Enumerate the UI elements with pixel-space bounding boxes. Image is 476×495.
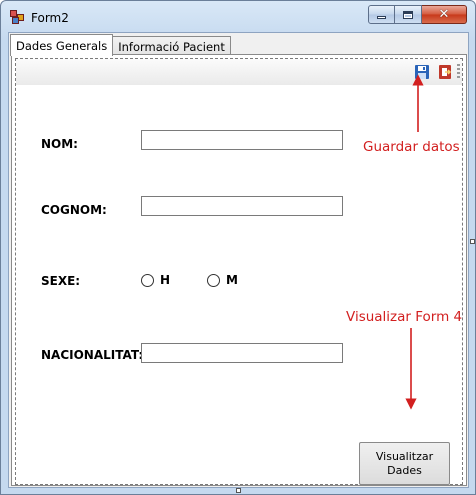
annotation-guardar-datos: Guardar datos (363, 139, 460, 155)
visualitzar-dades-button[interactable]: Visualitzar Dades (359, 442, 450, 485)
app-window: Form2 ✕ Dades Generals Informació Pacien… (0, 0, 476, 495)
radio-h-circle[interactable] (141, 273, 154, 287)
close-icon: ✕ (438, 7, 450, 22)
exit-icon[interactable] (437, 64, 453, 80)
radio-m-label: M (226, 273, 238, 287)
tab-page-dades-generals: NOM: COGNOM: SEXE: H M NACIONALITAT: Vis… (11, 54, 467, 486)
save-icon[interactable] (414, 64, 430, 80)
title-bar[interactable]: Form2 ✕ (1, 1, 475, 33)
tab-dades-generals[interactable]: Dades Generals (10, 34, 114, 56)
annotation-visualizar-form4: Visualizar Form 4 (346, 309, 463, 325)
minimize-icon (377, 16, 386, 19)
resize-handle-bottom[interactable] (236, 488, 241, 493)
nom-input[interactable] (141, 130, 343, 150)
resize-handle-right[interactable] (470, 239, 475, 244)
minimize-button[interactable] (368, 5, 395, 24)
radio-m[interactable]: M (207, 273, 238, 287)
maximize-icon (403, 10, 413, 19)
radio-h[interactable]: H (141, 273, 170, 287)
radio-m-circle[interactable] (207, 273, 220, 287)
caption-buttons: ✕ (368, 5, 467, 25)
sexe-label: SEXE: (41, 274, 81, 288)
toolstrip-grip[interactable] (457, 64, 460, 80)
close-button[interactable]: ✕ (422, 5, 467, 24)
maximize-button[interactable] (395, 5, 422, 24)
nacionalitat-input[interactable] (141, 343, 343, 363)
tab-informacio-pacient[interactable]: Informació Pacient (112, 36, 231, 56)
client-area: Dades Generals Informació Pacient NOM: C… (8, 32, 469, 488)
window-title: Form2 (31, 11, 69, 25)
radio-h-label: H (160, 273, 171, 287)
nom-label: NOM: (41, 137, 78, 151)
nacionalitat-label: NACIONALITAT: (41, 348, 144, 362)
tab-strip: Dades Generals Informació Pacient (10, 34, 231, 56)
app-icon (10, 10, 26, 24)
cognom-label: COGNOM: (41, 203, 107, 217)
cognom-input[interactable] (141, 196, 343, 216)
designer-panel: NOM: COGNOM: SEXE: H M NACIONALITAT: Vis… (15, 58, 463, 485)
toolstrip (16, 59, 462, 85)
